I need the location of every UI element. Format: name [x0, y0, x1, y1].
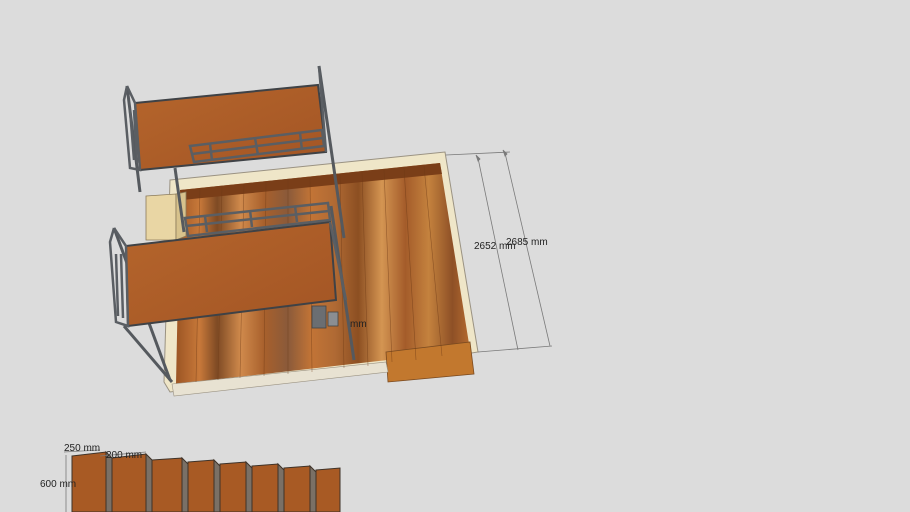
- 3d-viewport[interactable]: 2652 mm 2685 mm mm 250 mm 200 mm 600 mm: [0, 0, 910, 512]
- dim-step-height: 600 mm: [40, 479, 76, 490]
- dim-step-gap: 200 mm: [106, 450, 142, 461]
- dim-partial-label: mm: [350, 319, 367, 330]
- model-scene[interactable]: 2652 mm 2685 mm mm 250 mm 200 mm 600 mm: [0, 0, 910, 512]
- dim-outer-width: 2685 mm: [506, 237, 548, 248]
- dim-step-depth: 250 mm: [64, 443, 100, 454]
